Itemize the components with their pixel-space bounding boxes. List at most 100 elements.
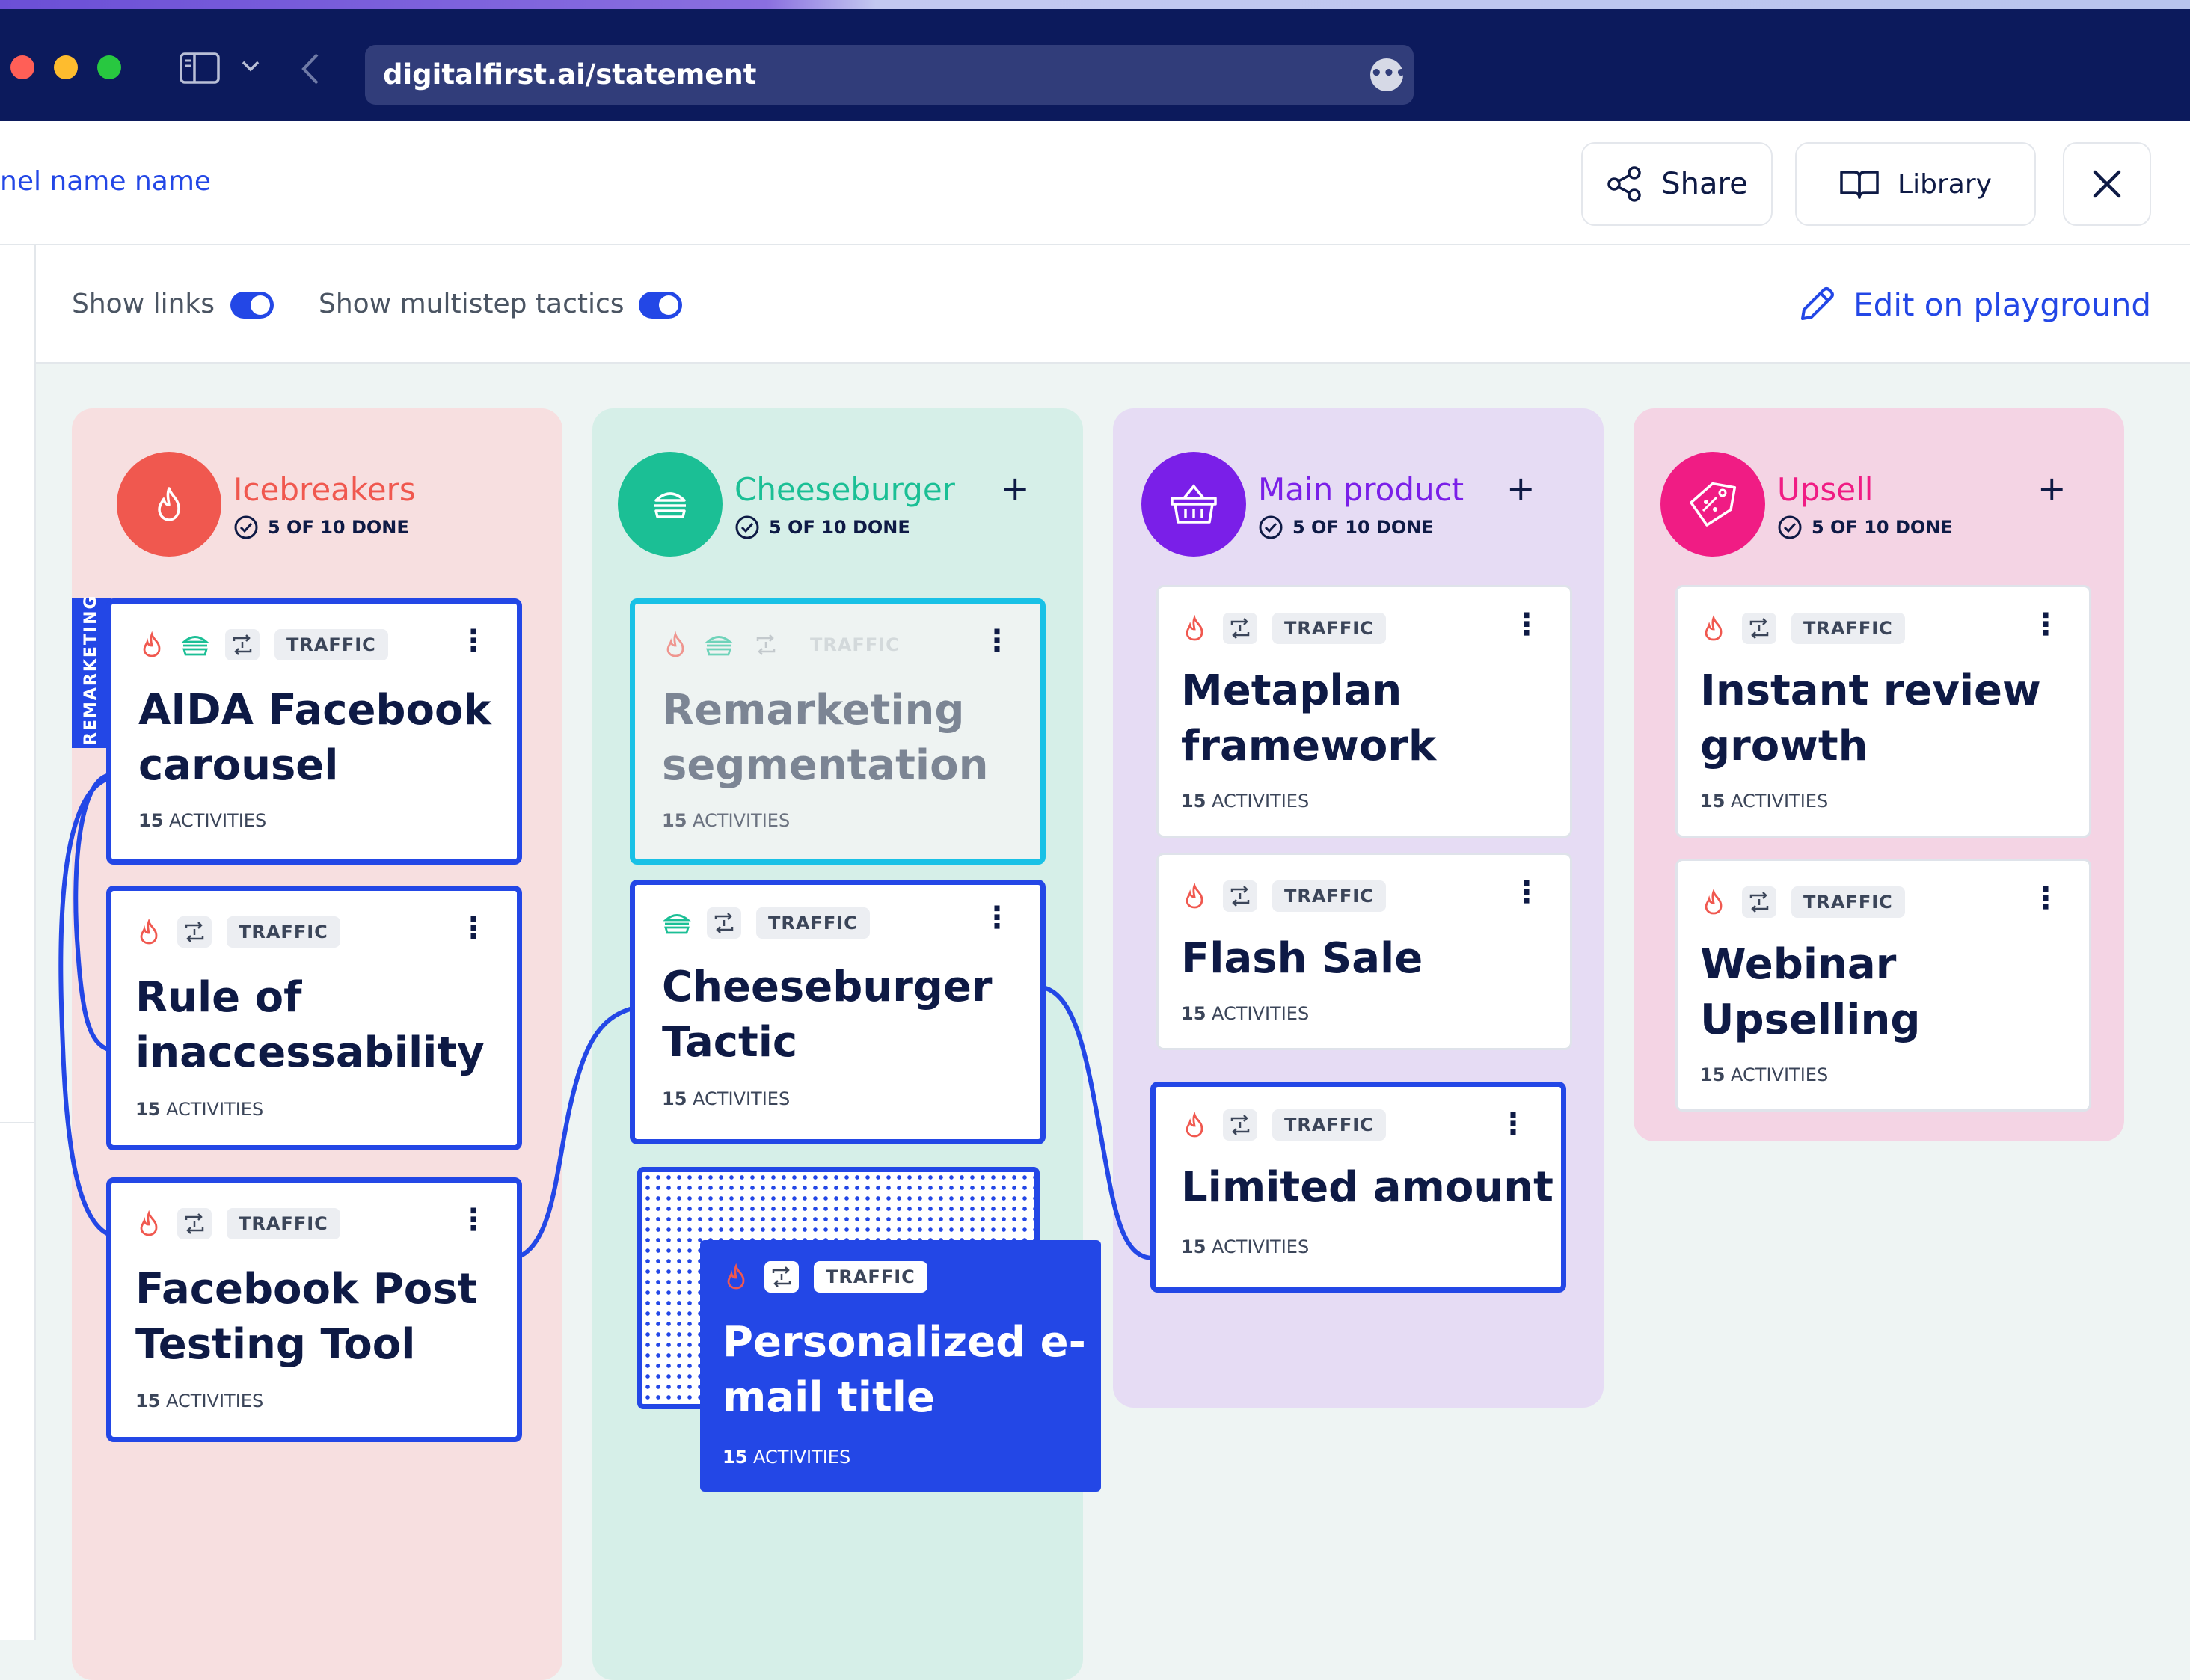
more-options-icon[interactable]: ⋮ <box>458 626 488 656</box>
repeat-icon <box>1223 1109 1257 1141</box>
card-title: Flash Sale <box>1181 934 1423 983</box>
activities-count: 15 ACTIVITIES <box>1181 1236 1310 1257</box>
show-multistep-toggle[interactable] <box>639 292 682 319</box>
column-progress: 5 OF 10 DONE <box>233 515 409 540</box>
traffic-tag: TRAFFIC <box>1272 613 1386 644</box>
tactic-card[interactable]: TRAFFIC ⋮ Instant review growth 15 ACTIV… <box>1675 585 2091 838</box>
breadcrumb[interactable]: nel name name <box>0 166 211 197</box>
more-options-icon[interactable]: ⋮ <box>2031 610 2061 640</box>
traffic-tag: TRAFFIC <box>1791 886 1905 918</box>
tactic-card[interactable]: TRAFFIC ⋮ AIDA Facebook carousel 15 ACTI… <box>106 598 522 865</box>
flame-icon <box>1186 883 1203 909</box>
burger-icon <box>181 636 209 656</box>
column-title: Cheeseburger <box>734 471 955 508</box>
browser-chrome: digitalfirst.ai/statement ••• <box>0 9 2190 121</box>
repeat-icon <box>749 629 783 660</box>
activities-count: 15 ACTIVITIES <box>135 1099 264 1120</box>
sidebar-toggle-icon[interactable] <box>180 52 220 84</box>
add-card-button[interactable]: + <box>2037 468 2067 509</box>
ellipsis-icon[interactable]: ••• <box>1370 58 1408 91</box>
more-options-icon[interactable]: ⋮ <box>982 626 1012 656</box>
edit-on-playground-label: Edit on playground <box>1853 286 2151 323</box>
tactic-card[interactable]: TRAFFIC ⋮ Webinar Upselling 15 ACTIVITIE… <box>1675 859 2091 1112</box>
card-title: Instant review growth <box>1700 666 2041 770</box>
activities-count: 15 ACTIVITIES <box>135 1391 264 1411</box>
tactic-card[interactable]: TRAFFIC ⋮ Flash Sale 15 ACTIVITIES <box>1156 853 1572 1050</box>
traffic-tag: TRAFFIC <box>756 907 870 939</box>
chevron-down-icon[interactable] <box>241 60 260 73</box>
card-title: Remarketing segmentation <box>662 686 989 790</box>
url-text[interactable]: digitalfirst.ai/statement <box>383 45 756 105</box>
traffic-tag: TRAFFIC <box>810 634 900 655</box>
repeat-icon <box>225 629 260 660</box>
close-button[interactable] <box>2063 142 2151 226</box>
column-progress: 5 OF 10 DONE <box>734 515 910 540</box>
traffic-tag: TRAFFIC <box>1791 613 1905 644</box>
flame-icon <box>666 631 684 657</box>
dragging-card[interactable]: TRAFFIC Personalized e-mail title 15 ACT… <box>700 1240 1101 1492</box>
book-icon <box>1840 171 1879 199</box>
basket-icon <box>1141 452 1246 557</box>
done-count: 5 OF 10 DONE <box>1812 517 1953 538</box>
traffic-tag: TRAFFIC <box>274 629 388 660</box>
tactic-card-faded[interactable]: TRAFFIC ⋮ Remarketing segmentation 15 AC… <box>630 598 1046 865</box>
more-options-icon[interactable]: ⋮ <box>458 1205 488 1235</box>
tactic-card[interactable]: TRAFFIC ⋮ Facebook Post Testing Tool 15 … <box>106 1177 522 1442</box>
check-circle-icon <box>234 515 258 539</box>
repeat-icon <box>1742 613 1776 644</box>
top-accent-strip <box>0 0 2190 9</box>
library-button[interactable]: Library <box>1795 142 2036 226</box>
tactic-card[interactable]: TRAFFIC ⋮ Rule of inaccessability 15 ACT… <box>106 886 522 1150</box>
minimize-window-button[interactable] <box>54 55 78 79</box>
flame-icon <box>1705 889 1723 915</box>
repeat-icon <box>764 1261 799 1293</box>
share-label: Share <box>1661 167 1748 201</box>
add-card-button[interactable]: + <box>1506 468 1536 509</box>
edit-on-playground-link[interactable]: Edit on playground <box>1797 284 2151 325</box>
repeat-icon <box>177 1208 212 1239</box>
more-options-icon[interactable]: ⋮ <box>2031 883 2061 913</box>
burger-icon <box>705 636 733 656</box>
more-options-icon[interactable]: ⋮ <box>982 903 1012 933</box>
repeat-icon <box>177 916 212 948</box>
tactic-card[interactable]: TRAFFIC ⋮ Limited amount 15 ACTIVITIES <box>1150 1082 1566 1293</box>
repeat-icon <box>1223 880 1257 912</box>
maximize-window-button[interactable] <box>97 55 121 79</box>
view-toolbar: Show links Show multistep tactics Edit o… <box>0 245 2190 364</box>
check-circle-icon <box>735 515 759 539</box>
column-title: Upsell <box>1777 471 1874 508</box>
more-options-icon[interactable]: ⋮ <box>458 913 488 943</box>
card-title: Rule of inaccessability <box>135 973 485 1077</box>
flame-icon <box>143 631 161 657</box>
flame-icon <box>1186 1112 1203 1138</box>
share-button[interactable]: Share <box>1581 142 1773 226</box>
flame-icon <box>727 1263 745 1290</box>
show-links-label: Show links <box>72 289 215 319</box>
card-title: AIDA Facebook carousel <box>138 686 491 790</box>
close-window-button[interactable] <box>10 55 34 79</box>
card-title: Metaplan framework <box>1181 666 1437 770</box>
tactic-card[interactable]: TRAFFIC ⋮ Metaplan framework 15 ACTIVITI… <box>1156 585 1572 838</box>
more-options-icon[interactable]: ⋮ <box>1512 877 1542 907</box>
repeat-icon <box>1223 613 1257 644</box>
add-card-button[interactable]: + <box>1001 468 1030 509</box>
close-icon <box>2093 170 2121 198</box>
traffic-tag: TRAFFIC <box>227 916 340 948</box>
burger-icon <box>618 452 723 557</box>
flame-icon <box>1186 615 1203 641</box>
column-title: Icebreakers <box>233 471 416 508</box>
more-options-icon[interactable]: ⋮ <box>1512 610 1542 640</box>
traffic-tag: TRAFFIC <box>227 1208 340 1239</box>
activities-count: 15 ACTIVITIES <box>1700 791 1829 812</box>
tactic-card[interactable]: TRAFFIC ⋮ Cheeseburger Tactic 15 ACTIVIT… <box>630 880 1046 1144</box>
card-title: Personalized e-mail title <box>723 1318 1086 1422</box>
card-title: Webinar Upselling <box>1700 940 1921 1044</box>
burger-icon <box>663 914 691 934</box>
back-arrow-icon[interactable] <box>301 52 320 85</box>
show-links-toggle[interactable] <box>230 292 274 319</box>
activities-count: 15 ACTIVITIES <box>662 1088 791 1109</box>
activities-count: 15 ACTIVITIES <box>662 810 791 831</box>
more-options-icon[interactable]: ⋮ <box>1498 1109 1528 1139</box>
address-bar[interactable]: digitalfirst.ai/statement ••• <box>365 45 1414 105</box>
column-progress: 5 OF 10 DONE <box>1258 515 1434 540</box>
